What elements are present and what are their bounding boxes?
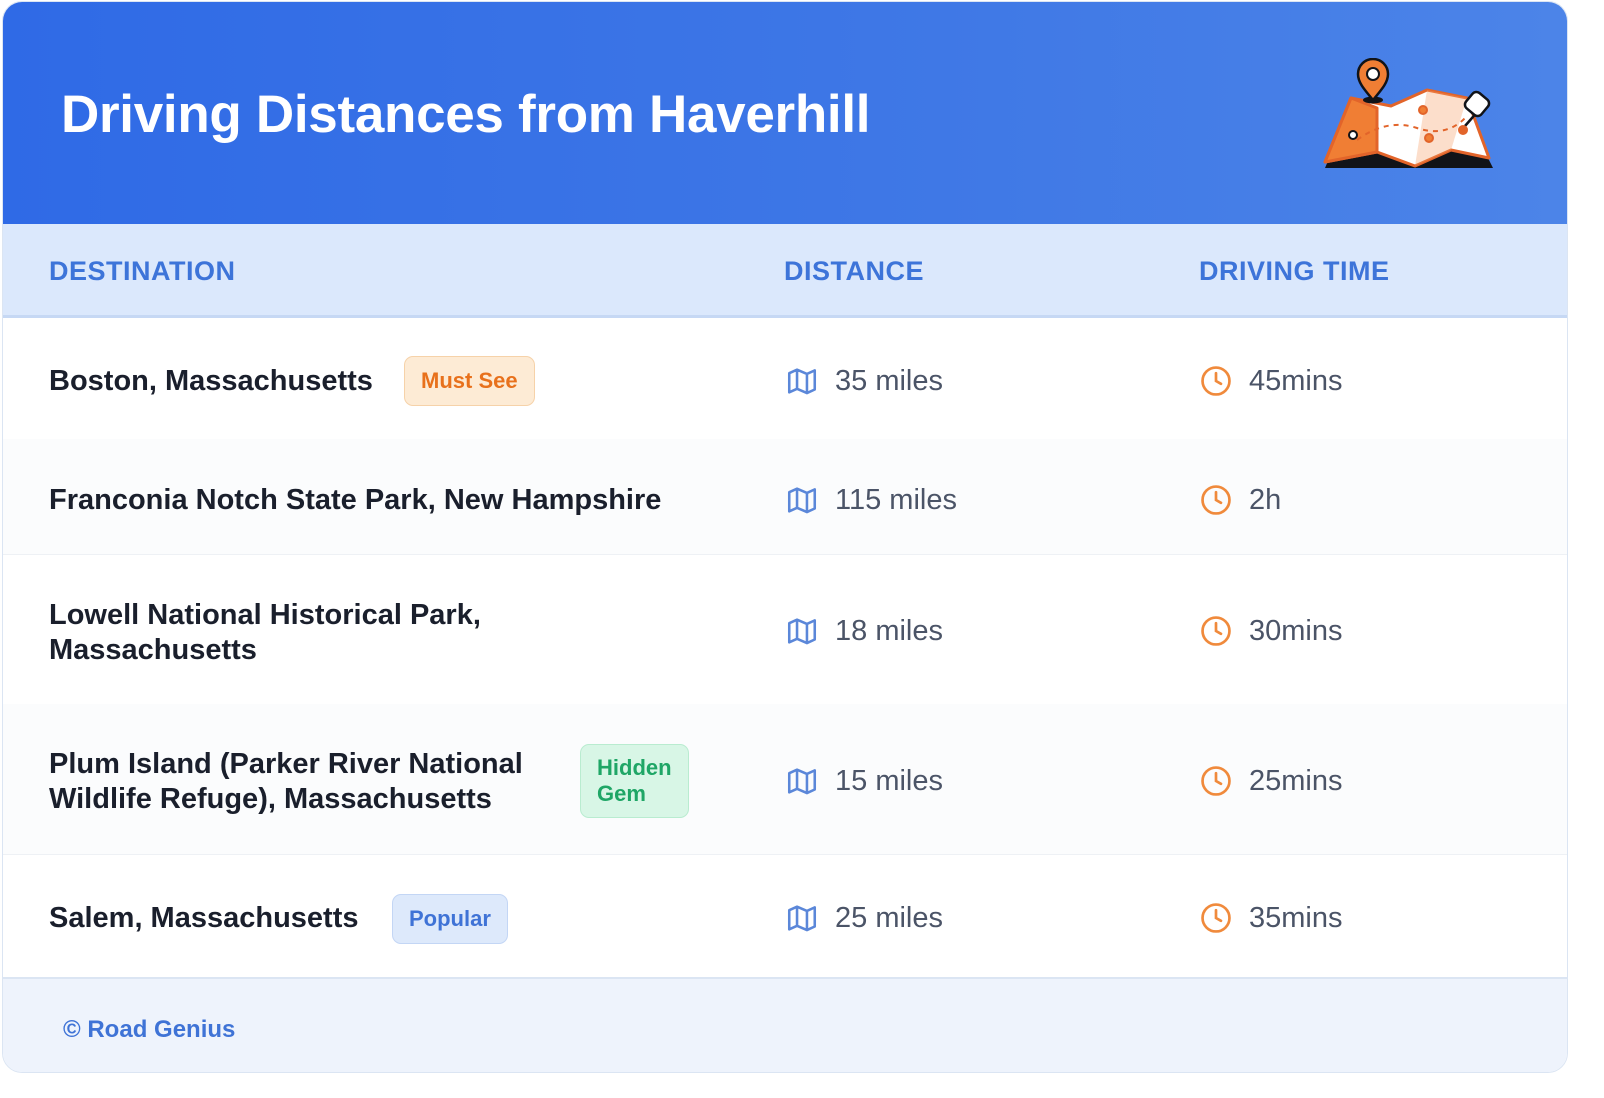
clock-icon bbox=[1201, 766, 1231, 796]
destination-line: Wildlife Refuge), Massachusetts bbox=[49, 783, 492, 815]
table-row: Franconia Notch State Park, New Hampshir… bbox=[3, 439, 1567, 555]
clock-icon bbox=[1201, 366, 1231, 396]
table-row: Salem, Massachusetts Popular 25 miles 35… bbox=[3, 854, 1567, 976]
time-value: 45mins bbox=[1249, 365, 1343, 397]
distance-value: 115 miles bbox=[835, 484, 957, 516]
map-icon bbox=[787, 618, 817, 645]
time-value: 35mins bbox=[1249, 902, 1343, 934]
destination-name: Salem, Massachusetts bbox=[49, 902, 359, 934]
distance-value: 35 miles bbox=[835, 365, 943, 397]
table-row: Lowell National Historical Park, Massach… bbox=[3, 554, 1567, 705]
footer: © Road Genius bbox=[3, 977, 1567, 1072]
distance-value: 18 miles bbox=[835, 615, 943, 647]
destination-line: Plum Island (Parker River National bbox=[49, 748, 523, 780]
distance-value: 15 miles bbox=[835, 765, 943, 797]
map-icon bbox=[787, 368, 817, 395]
popular-badge: Popular bbox=[392, 894, 508, 944]
distance-value: 25 miles bbox=[835, 902, 943, 934]
table-header: DESTINATION DISTANCE DRIVING TIME bbox=[3, 224, 1567, 318]
column-header-driving-time: DRIVING TIME bbox=[1199, 256, 1390, 286]
copyright-text[interactable]: © Road Genius bbox=[63, 1016, 235, 1044]
clock-icon bbox=[1201, 485, 1231, 515]
folded-map-icon bbox=[1323, 58, 1493, 168]
distance-card: Driving Distances from Haverhill DESTINA… bbox=[2, 1, 1568, 1073]
destination-name: Boston, Massachusetts bbox=[49, 365, 373, 397]
map-icon bbox=[787, 768, 817, 795]
header-banner: Driving Distances from Haverhill bbox=[3, 2, 1567, 224]
time-value: 30mins bbox=[1249, 615, 1343, 647]
hidden-gem-badge: Hidden Gem bbox=[580, 744, 689, 818]
destination-name: Franconia Notch State Park, New Hampshir… bbox=[49, 484, 662, 516]
destination-line: Massachusetts bbox=[49, 634, 257, 666]
clock-icon bbox=[1201, 903, 1231, 933]
column-header-destination: DESTINATION bbox=[49, 256, 236, 286]
destination-name: Plum Island (Parker River National Wildl… bbox=[49, 747, 523, 817]
destination-line: Lowell National Historical Park, bbox=[49, 599, 481, 631]
must-see-badge: Must See bbox=[404, 356, 535, 406]
time-value: 25mins bbox=[1249, 765, 1343, 797]
column-header-distance: DISTANCE bbox=[784, 256, 925, 286]
badge-line: Gem bbox=[597, 781, 646, 806]
badge-line: Hidden bbox=[597, 755, 672, 780]
map-icon bbox=[787, 487, 817, 514]
page-title: Driving Distances from Haverhill bbox=[61, 85, 871, 144]
time-value: 2h bbox=[1249, 484, 1282, 516]
destination-name: Lowell National Historical Park, Massach… bbox=[49, 598, 481, 668]
table-row: Plum Island (Parker River National Wildl… bbox=[3, 704, 1567, 855]
map-icon bbox=[787, 905, 817, 932]
clock-icon bbox=[1201, 616, 1231, 646]
table-row: Boston, Massachusetts Must See 35 miles … bbox=[3, 318, 1567, 440]
